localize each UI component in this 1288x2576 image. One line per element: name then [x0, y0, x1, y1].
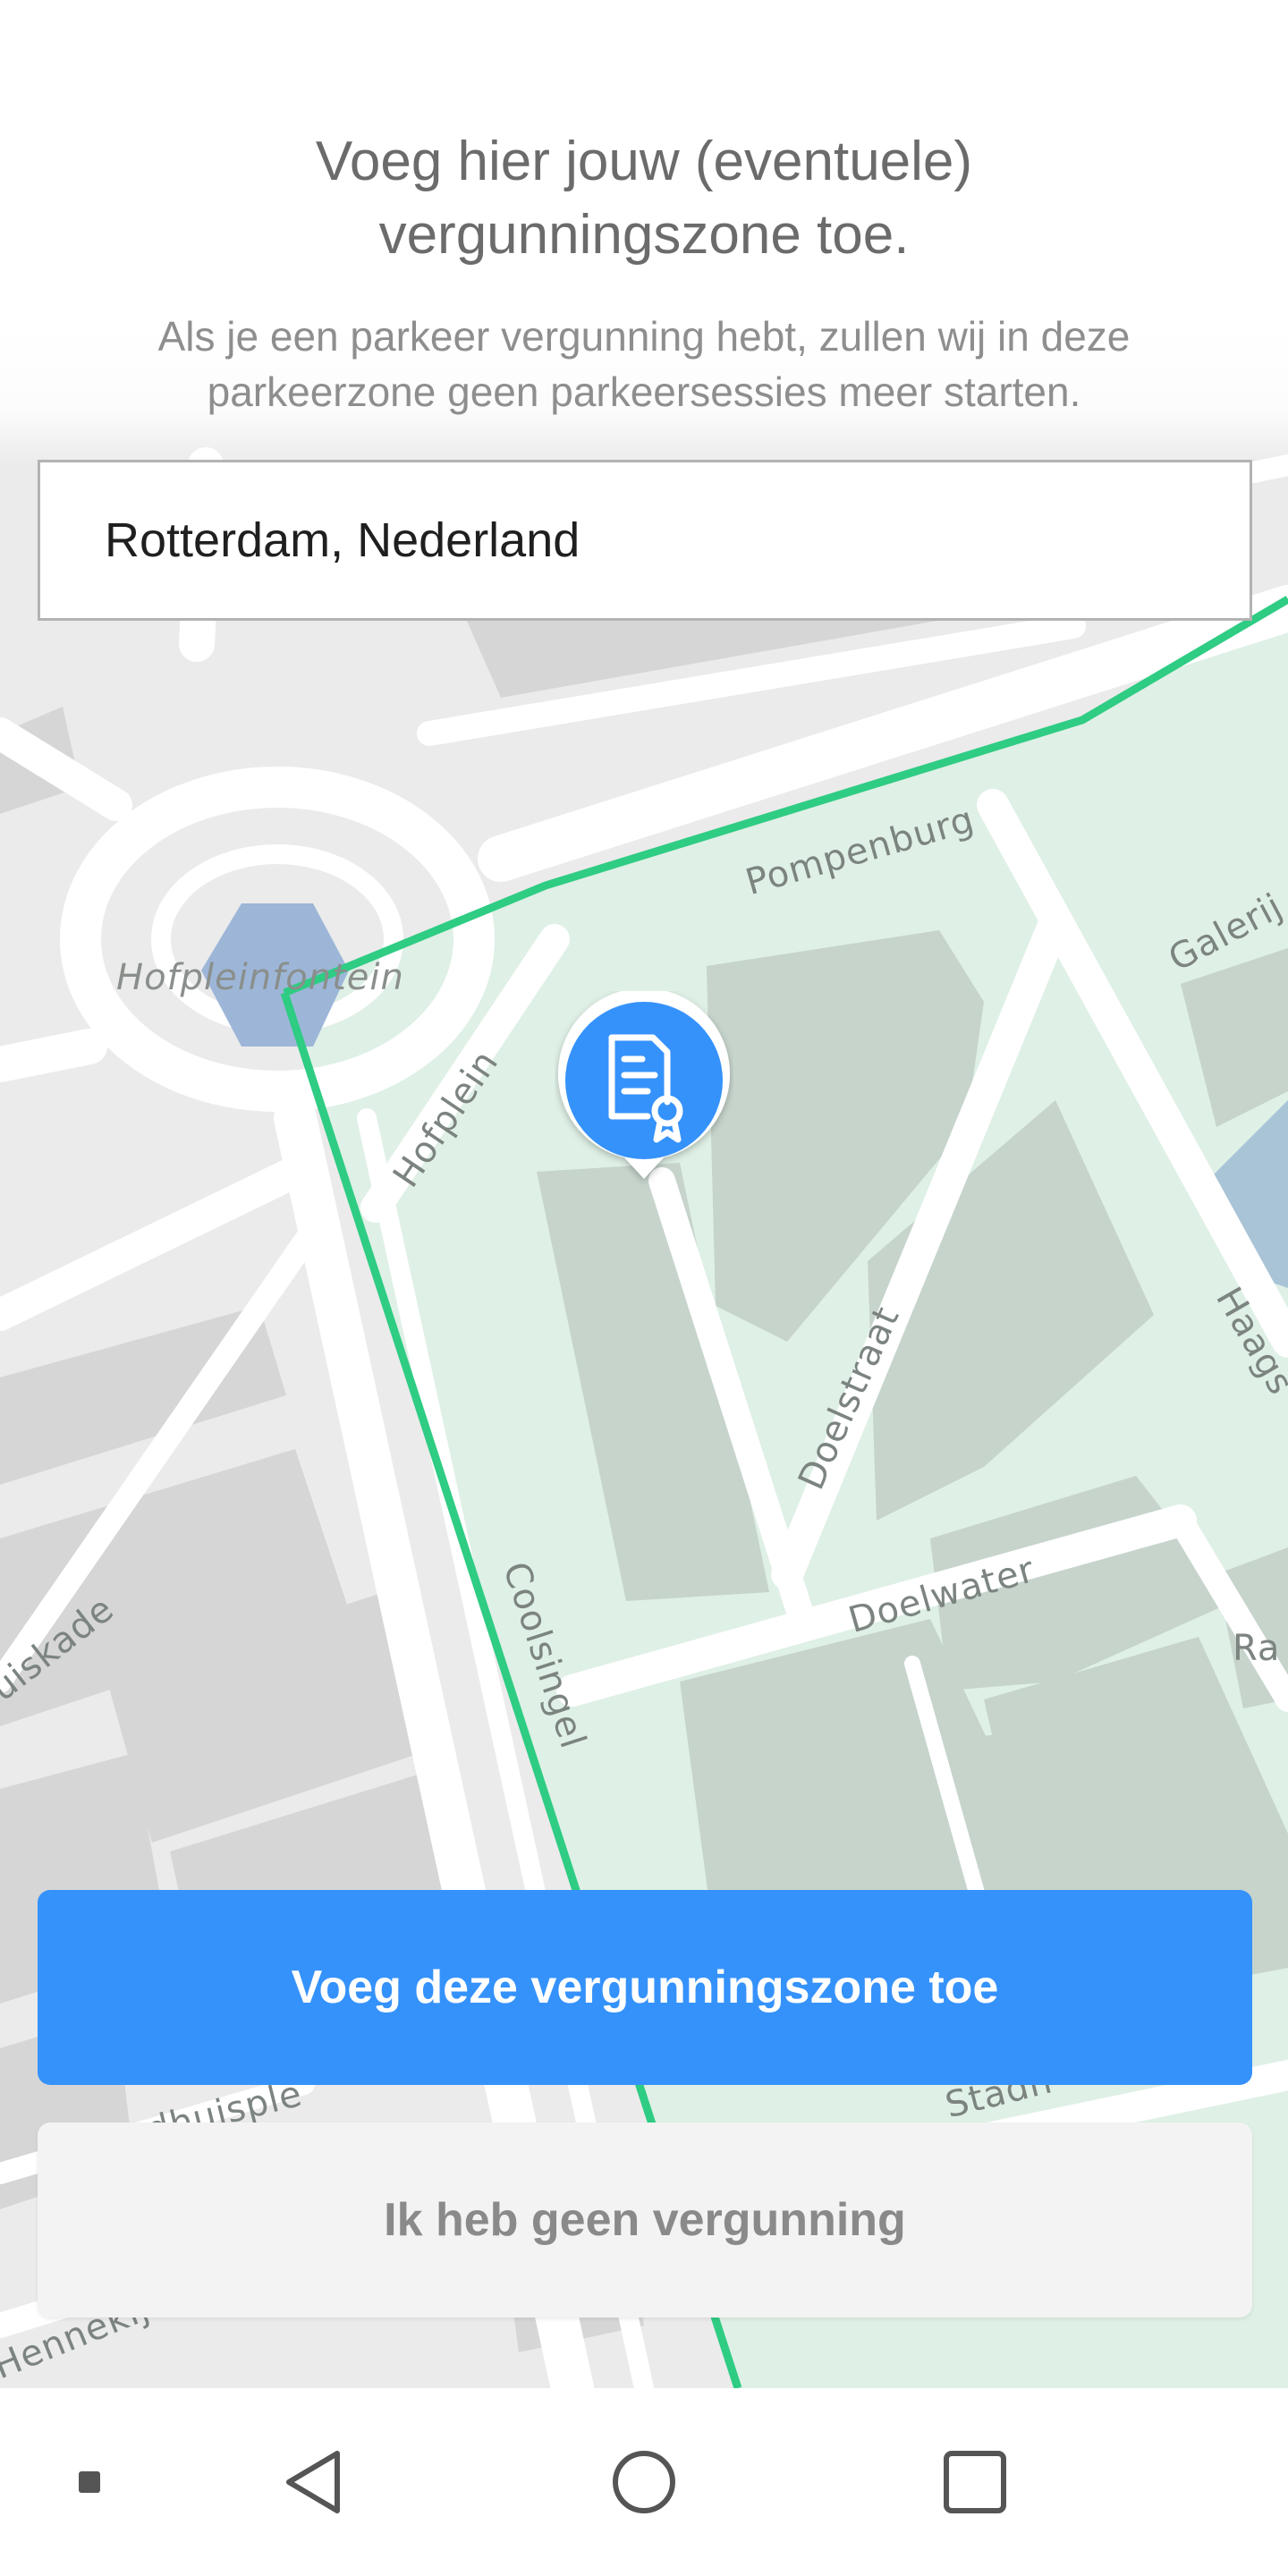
location-search-field[interactable]: Rotterdam, Nederland — [38, 460, 1252, 621]
add-permit-zone-label: Voeg deze vergunningszone toe — [291, 1962, 999, 2013]
system-navigation-bar — [0, 2388, 1288, 2576]
add-permit-zone-button[interactable]: Voeg deze vergunningszone toe — [38, 1890, 1252, 2085]
no-permit-label: Ik heb geen vergunning — [384, 2194, 906, 2246]
page-subtitle: Als je een parkeer vergunning hebt, zull… — [157, 313, 1131, 415]
permit-zone-marker[interactable] — [555, 991, 733, 1190]
home-circle-icon[interactable] — [590, 2388, 698, 2576]
recents-square-icon[interactable] — [921, 2388, 1029, 2576]
map-label-hofpleinfontein: Hofpleinfontein — [116, 957, 404, 998]
map-label-raam: Ra — [1233, 1628, 1281, 1669]
page-title: Voeg hier jouw (eventuele) vergunningszo… — [315, 131, 973, 266]
location-search-value: Rotterdam, Nederland — [105, 513, 580, 567]
back-triangle-icon[interactable] — [259, 2388, 367, 2576]
no-permit-button[interactable]: Ik heb geen vergunning — [38, 2123, 1252, 2318]
menu-dot-icon[interactable] — [54, 2388, 125, 2576]
